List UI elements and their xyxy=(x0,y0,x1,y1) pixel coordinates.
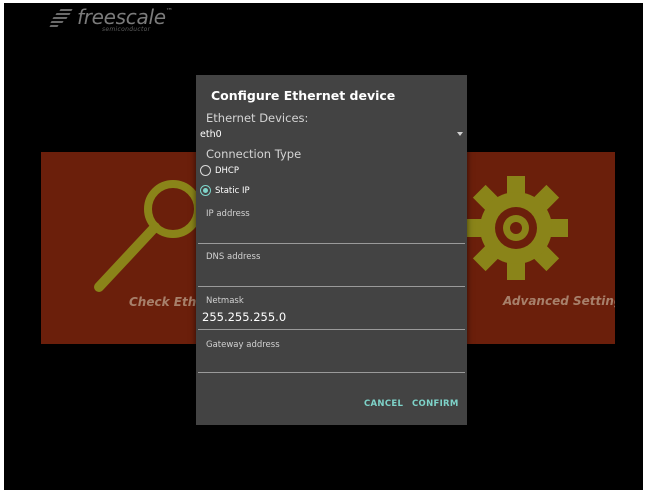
brand-name: freescale xyxy=(77,5,166,29)
ethernet-device-value: eth0 xyxy=(200,129,222,140)
radio-static-ip[interactable]: Static IP xyxy=(200,185,250,196)
radio-dhcp-label: DHCP xyxy=(215,165,239,176)
ip-address-input[interactable] xyxy=(202,226,452,240)
freescale-logo-icon xyxy=(49,9,74,29)
brand-trademark: ™ xyxy=(165,7,173,15)
brand-subtitle: semiconductor xyxy=(102,26,151,33)
dns-address-input[interactable] xyxy=(202,269,452,283)
check-ethernet-tile[interactable]: Check Ethe xyxy=(41,152,198,344)
connection-type-label: Connection Type xyxy=(206,147,302,161)
advanced-setting-caption: Advanced Setting xyxy=(503,294,615,308)
ip-address-label: IP address xyxy=(206,209,250,219)
radio-dhcp[interactable]: DHCP xyxy=(200,165,239,176)
confirm-button[interactable]: CONFIRM xyxy=(412,399,459,409)
radio-static-ip-label: Static IP xyxy=(215,185,250,196)
radio-checked-icon xyxy=(200,185,211,196)
netmask-field[interactable]: Netmask xyxy=(198,296,465,330)
netmask-label: Netmask xyxy=(206,296,244,306)
dropdown-arrow-icon xyxy=(457,132,463,136)
freescale-logo: freescale ™ semiconductor xyxy=(49,5,173,33)
advanced-setting-tile[interactable]: Advanced Setting xyxy=(462,152,615,344)
netmask-input[interactable] xyxy=(202,310,452,324)
configure-ethernet-dialog: Configure Ethernet device Ethernet Devic… xyxy=(196,75,467,425)
ethernet-devices-label: Ethernet Devices: xyxy=(206,111,309,125)
magnifier-icon xyxy=(94,180,198,292)
dns-address-label: DNS address xyxy=(206,252,261,262)
cancel-button[interactable]: CANCEL xyxy=(364,399,403,409)
dialog-title: Configure Ethernet device xyxy=(211,88,396,103)
gateway-address-field[interactable]: Gateway address xyxy=(198,340,465,373)
ip-address-field[interactable]: IP address xyxy=(198,209,465,244)
gateway-address-label: Gateway address xyxy=(206,340,280,350)
gear-icon xyxy=(464,176,568,280)
app-screen: freescale ™ semiconductor Check Ethe Adv… xyxy=(4,3,643,490)
check-ethernet-caption: Check Ethe xyxy=(129,295,198,309)
dns-address-field[interactable]: DNS address xyxy=(198,252,465,287)
radio-unchecked-icon xyxy=(200,165,211,176)
gateway-address-input[interactable] xyxy=(202,357,452,371)
